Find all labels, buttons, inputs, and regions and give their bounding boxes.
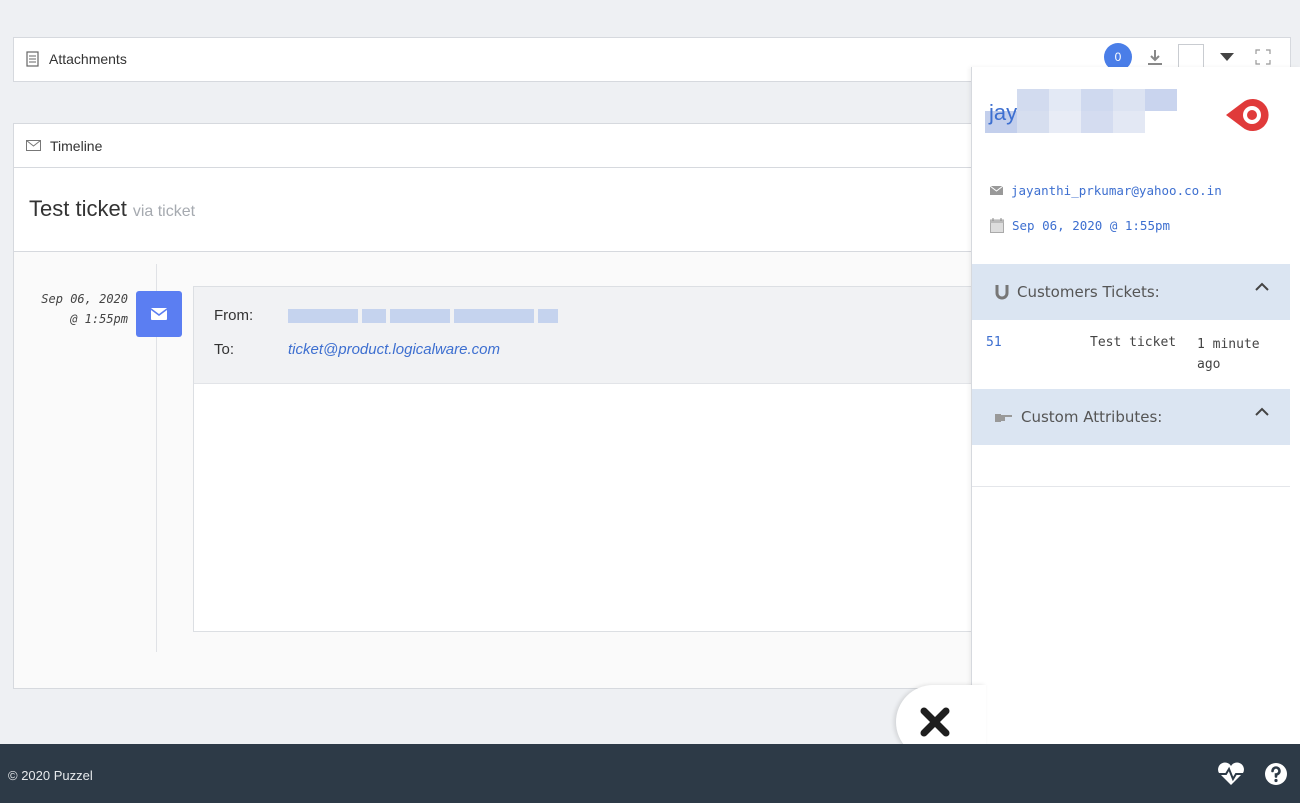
email-body <box>194 384 992 630</box>
customer-email-row: jayanthi_prkumar@yahoo.co.in <box>990 183 1222 198</box>
magnet-icon <box>995 284 1009 300</box>
copyright: © 2020 Puzzel <box>8 768 93 783</box>
envelope-icon <box>26 140 41 151</box>
ticket-subject: Test ticket <box>1090 335 1177 350</box>
ticket-subject: Test ticket <box>29 196 127 221</box>
email-to-row: To: ticket@product.logicalware.com <box>214 341 500 358</box>
email-from-row: From: <box>214 307 558 324</box>
email-header: From: To: ticket@product.logicalware.com <box>194 287 992 384</box>
customers-tickets-header: Customers Tickets: <box>1017 283 1160 301</box>
timeline-date: Sep 06, 2020 <box>41 292 128 306</box>
help-icon[interactable] <box>1264 762 1288 786</box>
custom-attributes-header: Custom Attributes: <box>1021 408 1163 426</box>
timeline-time: @ 1:55pm <box>70 312 128 326</box>
customer-name-redacted <box>985 89 1209 133</box>
from-value-redacted <box>288 308 558 323</box>
chevron-up-icon[interactable] <box>1254 407 1270 417</box>
close-icon[interactable] <box>920 707 950 737</box>
heartbeat-icon[interactable] <box>1216 762 1246 786</box>
footer-icons <box>1216 762 1288 786</box>
ticket-id[interactable]: 51 <box>986 335 1002 350</box>
customer-date: Sep 06, 2020 @ 1:55pm <box>1012 218 1171 233</box>
customers-tickets-section[interactable]: Customers Tickets: <box>972 264 1290 320</box>
pointing-hand-icon <box>995 411 1013 423</box>
email-message: From: To: ticket@product.logicalware.com <box>193 286 993 632</box>
chevron-up-icon[interactable] <box>1254 282 1270 292</box>
customer-name[interactable]: jay <box>989 100 1017 126</box>
to-value[interactable]: ticket@product.logicalware.com <box>288 341 500 358</box>
envelope-icon <box>990 186 1003 195</box>
to-label: To: <box>214 341 235 358</box>
custom-attributes-section[interactable]: Custom Attributes: <box>972 389 1290 445</box>
from-label: From: <box>214 307 254 324</box>
timeline-title: Timeline <box>50 137 103 154</box>
attachments-header[interactable]: Attachments <box>26 51 127 67</box>
timeline-entry-date: Sep 06, 2020 @ 1:55pm <box>28 289 128 329</box>
document-icon <box>26 51 39 67</box>
footer: © 2020 Puzzel <box>0 744 1300 803</box>
customer-panel: jay jayanthi_prkumar@yahoo.co.in Sep 06,… <box>971 67 1300 761</box>
calendar-icon <box>990 218 1004 233</box>
ticket-channel: via ticket <box>132 203 196 220</box>
panel-divider <box>972 486 1290 487</box>
attachments-title: Attachments <box>49 51 127 67</box>
ticket-age: 1 minute ago <box>1197 337 1260 372</box>
customer-date-row: Sep 06, 2020 @ 1:55pm <box>990 218 1170 233</box>
customer-email[interactable]: jayanthi_prkumar@yahoo.co.in <box>1011 183 1222 198</box>
email-entry-icon[interactable] <box>136 291 182 337</box>
pin-icon[interactable] <box>1222 97 1274 133</box>
